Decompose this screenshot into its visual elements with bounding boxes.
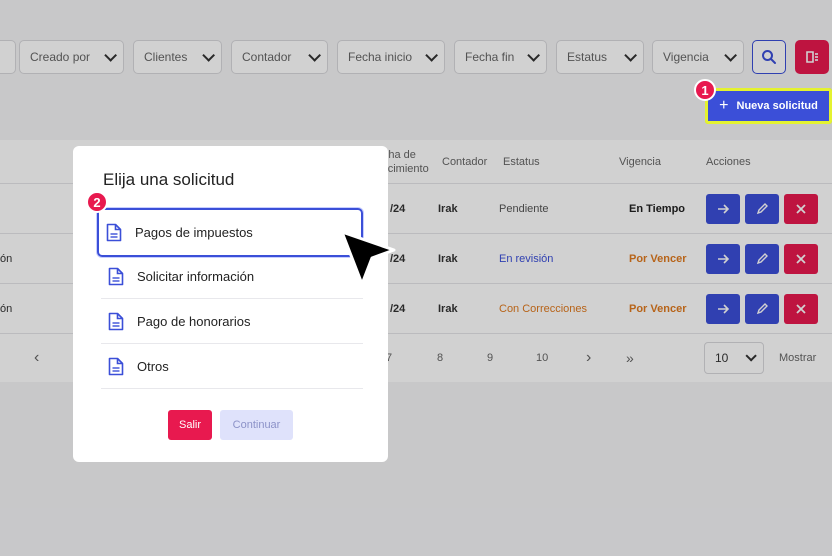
option-otros[interactable]: Otros [101, 344, 363, 389]
new-request-label: Nueva solicitud [736, 100, 818, 112]
document-icon [108, 357, 124, 375]
document-icon [106, 223, 122, 242]
exit-button[interactable]: Salir [168, 410, 212, 440]
document-icon [108, 267, 124, 285]
option-label: Solicitar información [137, 268, 255, 284]
option-label: Otros [137, 358, 169, 374]
step-badge-1-spotlight: 1 [694, 79, 716, 101]
option-solicitar-informacion[interactable]: Solicitar información [101, 254, 363, 299]
new-request-highlight-spotlight: + Nueva solicitud [705, 88, 832, 124]
new-request-button-spotlight[interactable]: + Nueva solicitud [708, 91, 829, 121]
option-label: Pago de honorarios [137, 313, 251, 329]
option-label: Pagos de impuestos [135, 225, 253, 240]
plus-icon: + [719, 97, 729, 114]
option-pagos-impuestos[interactable]: Pagos de impuestos [97, 208, 363, 257]
step-badge-2: 2 [86, 191, 108, 213]
document-icon [108, 312, 124, 330]
continue-button[interactable]: Continuar [220, 410, 293, 440]
mouse-cursor-icon [340, 230, 396, 286]
request-type-modal: Elija una solicitud Pagos de impuestos S… [73, 146, 388, 462]
modal-title: Elija una solicitud [103, 170, 235, 189]
option-pago-honorarios[interactable]: Pago de honorarios [101, 299, 363, 344]
